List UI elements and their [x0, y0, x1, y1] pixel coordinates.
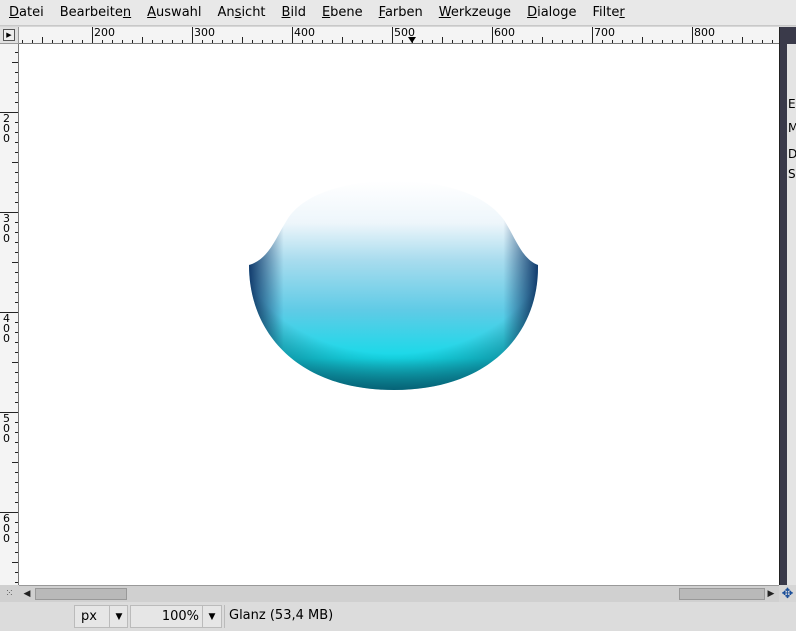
ruler-pointer-icon	[408, 37, 416, 43]
navigate-move-icon[interactable]: ✥	[779, 585, 796, 602]
ruler-label: 600	[494, 27, 515, 39]
status-message: Glanz (53,4 MB)	[224, 605, 796, 628]
ruler-label: 200	[3, 112, 10, 145]
ruler-label: 400	[3, 312, 10, 345]
menu-item-3[interactable]: Ansicht	[209, 1, 273, 25]
ruler-label: 800	[694, 27, 715, 39]
ruler-tick	[192, 27, 193, 43]
ruler-tick	[12, 462, 18, 463]
menu-item-9[interactable]: Filter	[583, 1, 631, 25]
horizontal-ruler[interactable]: 200 300 400 500 600 700 800	[19, 27, 779, 44]
quick-mask-icon[interactable]: ⁙	[0, 585, 19, 602]
unit-value: px	[81, 609, 97, 624]
ruler-label: 400	[294, 27, 315, 39]
menu-item-5[interactable]: Ebene	[313, 1, 370, 25]
dock-label: M	[788, 121, 796, 135]
menu-bar: Datei Bearbeiten Auswahl Ansicht Bild Ebene Fa…	[0, 0, 796, 26]
ruler-tick	[42, 37, 43, 43]
menu-item-4[interactable]: Bild	[273, 1, 313, 25]
ruler-label: 200	[94, 27, 115, 39]
menu-item-2[interactable]: Auswahl	[138, 1, 208, 25]
ruler-tick	[12, 162, 18, 163]
dock-label: S	[788, 167, 796, 181]
ruler-label: 300	[194, 27, 215, 39]
ruler-tick	[492, 27, 493, 43]
menu-item-8[interactable]: Dialoge	[518, 1, 583, 25]
zoom-selector[interactable]: 100% ▼	[130, 605, 222, 628]
ruler-tick	[92, 27, 93, 43]
arrow-left-icon[interactable]: ◀	[20, 587, 34, 601]
menu-item-7[interactable]: Werkzeuge	[430, 1, 518, 25]
ruler-label: 600	[3, 512, 10, 545]
zoom-value: 100%	[161, 609, 199, 624]
ruler-tick	[592, 27, 593, 43]
ruler-tick	[392, 27, 393, 43]
vertical-ruler[interactable]: 200 300 400 500 600	[0, 44, 19, 585]
image-canvas[interactable]	[19, 44, 779, 585]
glossy-button-shape	[249, 181, 539, 390]
ruler-tick	[12, 262, 18, 263]
ruler-tick	[12, 62, 18, 63]
ruler-tick	[642, 37, 643, 43]
menu-item-1[interactable]: Bearbeiten	[51, 1, 138, 25]
ruler-tick	[242, 37, 243, 43]
ruler-tick	[442, 37, 443, 43]
dock-label: D	[788, 147, 796, 161]
scrollbar-track-segment	[679, 588, 765, 600]
menu-item-6[interactable]: Farben	[370, 1, 430, 25]
scrollbar-thumb[interactable]	[35, 588, 127, 600]
ruler-label: 700	[594, 27, 615, 39]
ruler-tick	[742, 37, 743, 43]
unit-selector[interactable]: px ▼	[74, 605, 128, 628]
horizontal-scrollbar[interactable]: ◀ ▶	[19, 585, 779, 602]
ruler-corner[interactable]: ▶	[0, 27, 19, 44]
ruler-tick	[142, 37, 143, 43]
ruler-tick	[12, 362, 18, 363]
dropdown-arrow-icon[interactable]: ▼	[202, 606, 221, 627]
arrow-right-icon[interactable]: ▶	[764, 587, 778, 601]
ruler-label: 500	[3, 412, 10, 445]
dropdown-arrow-icon[interactable]: ▼	[109, 606, 128, 627]
navigate-icon[interactable]: ▶	[3, 29, 15, 41]
ruler-tick	[342, 37, 343, 43]
ruler-tick	[692, 27, 693, 43]
ruler-tick	[292, 27, 293, 43]
dock-label: E	[788, 97, 796, 111]
menu-item-0[interactable]: Datei	[0, 1, 51, 25]
ruler-label: 300	[3, 212, 10, 245]
ruler-tick	[12, 562, 18, 563]
ruler-tick	[542, 37, 543, 43]
status-bar: px ▼ 100% ▼ Glanz (53,4 MB)	[0, 602, 796, 631]
